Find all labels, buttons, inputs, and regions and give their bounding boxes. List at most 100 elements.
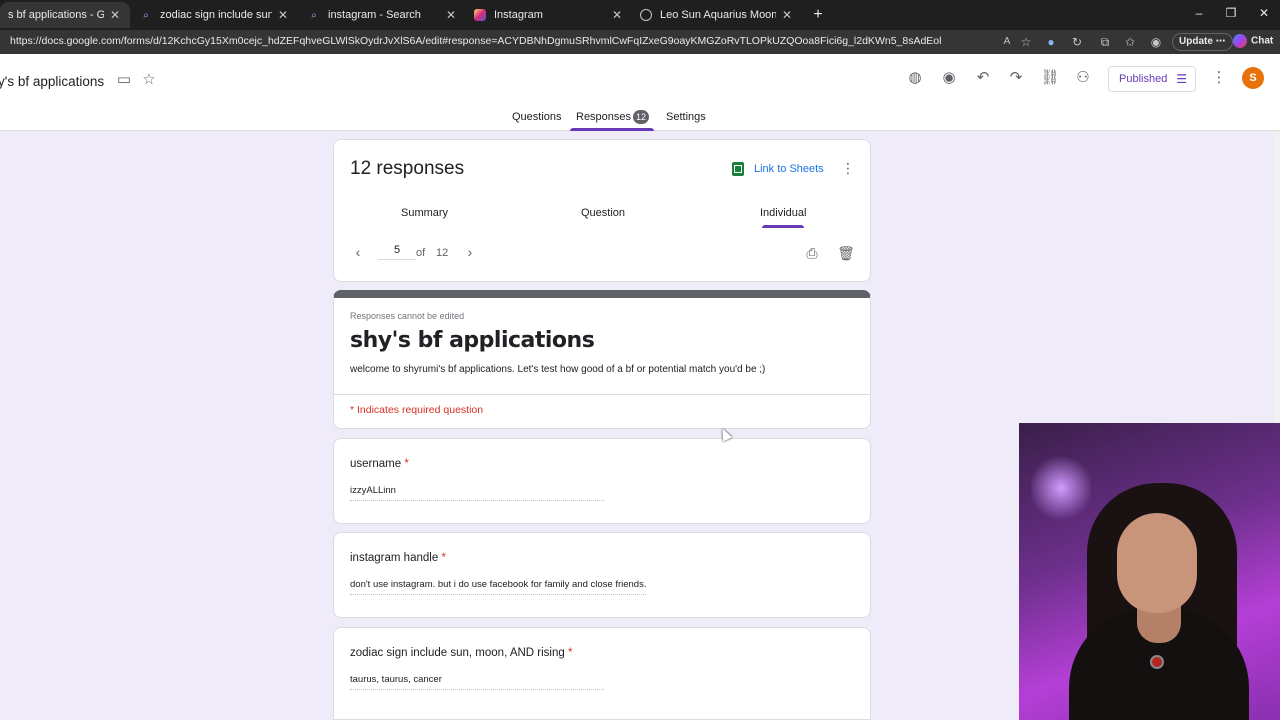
more-vert-icon[interactable]: ⋮ xyxy=(840,160,856,177)
extension-icon[interactable]: ● xyxy=(1043,34,1059,50)
close-icon[interactable]: ✕ xyxy=(610,8,624,22)
tab-title: instagram - Search xyxy=(328,9,421,21)
avatar[interactable]: S xyxy=(1242,67,1264,89)
close-icon[interactable]: ✕ xyxy=(780,8,794,22)
required-mark: * xyxy=(404,458,409,470)
read-aloud-icon[interactable]: A xyxy=(999,34,1015,50)
question-text: instagram handle xyxy=(350,552,439,564)
update-button[interactable]: Update ⋯ xyxy=(1172,33,1233,51)
question-label: zodiac sign include sun, moon, AND risin… xyxy=(350,647,572,659)
answer-text: taurus, taurus, cancer xyxy=(350,674,604,690)
tab-instagram-search[interactable]: ⌕ instagram - Search ✕ xyxy=(300,2,466,28)
chevron-left-icon[interactable]: ‹ xyxy=(350,244,366,260)
responses-card: 12 responses Link to Sheets ⋮ Summary Qu… xyxy=(333,139,871,230)
published-label: Published xyxy=(1119,73,1168,85)
subtab-question[interactable]: Question xyxy=(581,207,625,219)
address-bar: https://docs.google.com/forms/d/12KchcGy… xyxy=(0,30,1280,54)
copilot-icon xyxy=(1233,34,1247,48)
tab-title: s bf applications - Google Forms xyxy=(8,9,104,21)
search-icon: ⌕ xyxy=(143,9,149,21)
forms-header: y's bf applications ▭ ☆ ◍ ◉ ↶ ↷ ⛓ ⚇ Publ… xyxy=(0,54,1280,131)
tab-settings[interactable]: Settings xyxy=(666,111,706,123)
chat-button[interactable]: Chat xyxy=(1233,34,1273,48)
update-label: Update xyxy=(1179,36,1213,47)
tab-zodiac-search[interactable]: ⌕ zodiac sign include sun, moon, AN ✕ xyxy=(132,2,298,28)
chat-label: Chat xyxy=(1251,35,1274,47)
preview-eye-icon[interactable]: ◉ xyxy=(939,68,959,88)
tab-title: Instagram xyxy=(494,9,543,21)
responses-cannot-be-edited-note: Responses cannot be edited xyxy=(350,311,465,321)
current-response-input[interactable]: 5 xyxy=(378,244,416,260)
subtab-individual[interactable]: Individual xyxy=(760,207,806,219)
favorites-icon[interactable]: ✩ xyxy=(1122,34,1138,50)
form-title[interactable]: y's bf applications xyxy=(0,74,104,89)
palette-icon[interactable]: ◍ xyxy=(905,68,925,88)
responses-count-title: 12 responses xyxy=(350,158,465,179)
question-text: zodiac sign include sun, moon, AND risin… xyxy=(350,647,565,659)
folder-icon[interactable]: ▭ xyxy=(114,70,134,90)
tab-title: zodiac sign include sun, moon, AN xyxy=(160,9,272,21)
divider xyxy=(334,394,870,395)
tab-leo-sun[interactable]: Leo Sun Aquarius Moon ✕ xyxy=(632,2,802,28)
more-vert-icon[interactable]: ⋮ xyxy=(1209,68,1229,88)
profile-icon[interactable]: ◉ xyxy=(1148,34,1164,50)
required-mark: * xyxy=(441,552,446,564)
print-icon[interactable]: ⎙ xyxy=(803,244,821,262)
instagram-icon xyxy=(474,9,486,21)
published-button[interactable]: Published ☰ xyxy=(1108,66,1196,92)
undo-icon[interactable]: ↶ xyxy=(973,68,993,88)
webcam-overlay xyxy=(1019,423,1280,720)
minimize-icon[interactable]: – xyxy=(1191,6,1207,20)
window-close-icon[interactable]: ✕ xyxy=(1256,6,1272,20)
tab-responses[interactable]: Responses xyxy=(576,111,631,123)
subtab-summary[interactable]: Summary xyxy=(401,207,448,219)
form-description: welcome to shyrumi's bf applications. Le… xyxy=(350,364,766,375)
link-to-sheets-button[interactable]: Link to Sheets xyxy=(732,162,824,176)
active-tab-indicator xyxy=(570,128,654,131)
question-text: username xyxy=(350,458,402,470)
of-label: of xyxy=(416,247,426,259)
answer-text: don't use instagram. but i do use facebo… xyxy=(350,579,647,595)
search-icon: ⌕ xyxy=(311,9,317,21)
link-to-sheets-label: Link to Sheets xyxy=(754,163,824,175)
tab-google-forms[interactable]: s bf applications - Google Forms ✕ xyxy=(0,2,130,28)
url-field[interactable]: https://docs.google.com/forms/d/12KchcGy… xyxy=(10,35,941,47)
question-card-instagram: instagram handle * don't use instagram. … xyxy=(333,532,871,618)
close-icon[interactable]: ✕ xyxy=(108,8,122,22)
browser-tab-strip: s bf applications - Google Forms ✕ ⌕ zod… xyxy=(0,0,1280,30)
refresh-extension-icon[interactable]: ↻ xyxy=(1069,34,1085,50)
globe-icon xyxy=(640,9,652,21)
star-icon[interactable]: ☆ xyxy=(1018,34,1034,50)
tab-questions[interactable]: Questions xyxy=(512,111,562,123)
question-card-username: username * izzyALLinn xyxy=(333,438,871,524)
total-responses: 12 xyxy=(436,247,449,259)
form-name-heading: shy's bf applications xyxy=(350,328,595,353)
add-collaborator-icon[interactable]: ⚇ xyxy=(1073,68,1093,88)
star-icon[interactable]: ☆ xyxy=(139,70,159,90)
close-icon[interactable]: ✕ xyxy=(444,8,458,22)
restore-icon[interactable]: ❐ xyxy=(1223,6,1239,20)
close-icon[interactable]: ✕ xyxy=(276,8,290,22)
new-tab-button[interactable]: + xyxy=(808,5,828,25)
question-card-zodiac: zodiac sign include sun, moon, AND risin… xyxy=(333,627,871,720)
delete-icon[interactable]: 🗑 xyxy=(837,244,855,262)
response-pager: ‹ 5 of 12 › ⎙ 🗑 xyxy=(333,228,871,282)
person-face xyxy=(1117,513,1197,613)
sheets-icon xyxy=(732,162,744,176)
response-count-badge: 12 xyxy=(633,110,649,124)
necklace-pendant xyxy=(1150,655,1164,669)
tune-icon: ☰ xyxy=(1176,72,1187,86)
question-label: username * xyxy=(350,458,409,470)
required-mark: * xyxy=(567,647,573,659)
neon-light xyxy=(1031,453,1091,523)
tab-instagram[interactable]: Instagram ✕ xyxy=(466,2,632,28)
link-icon[interactable]: ⛓ xyxy=(1040,68,1060,88)
redo-icon[interactable]: ↷ xyxy=(1006,68,1026,88)
tab-title: Leo Sun Aquarius Moon xyxy=(660,9,776,21)
form-header-card: Responses cannot be edited shy's bf appl… xyxy=(333,290,871,429)
answer-text: izzyALLinn xyxy=(350,485,604,501)
puzzle-icon[interactable]: ⧉ xyxy=(1097,34,1113,50)
chevron-right-icon[interactable]: › xyxy=(462,244,478,260)
question-label: instagram handle * xyxy=(350,552,446,564)
required-question-note: * Indicates required question xyxy=(350,404,484,416)
